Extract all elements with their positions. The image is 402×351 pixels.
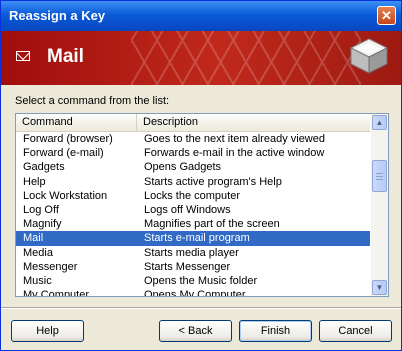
- list-item[interactable]: Mail Starts e-mail program: [16, 231, 370, 246]
- description-cell: Goes to the next item already viewed: [144, 133, 325, 145]
- list-item[interactable]: Help Starts active program's Help: [16, 175, 370, 189]
- vertical-scrollbar[interactable]: ▲ ▼: [371, 114, 388, 296]
- close-icon: ✕: [381, 8, 392, 23]
- command-cell: Log Off: [23, 203, 59, 216]
- reassign-key-dialog: Reassign a Key ✕ Mail Select a command f…: [0, 0, 402, 351]
- description-cell: Starts active program's Help: [144, 175, 282, 188]
- command-cell: Gadgets: [23, 161, 65, 174]
- list-item[interactable]: Messenger Starts Messenger: [16, 260, 370, 274]
- banner-title: Mail: [47, 46, 84, 67]
- description-cell: Opens Gadgets: [144, 161, 222, 174]
- description-cell: Forwards e-mail in the active window: [144, 147, 325, 160]
- command-list[interactable]: Command Description Forward (browser) Goe…: [15, 113, 389, 297]
- list-item[interactable]: Forward (e-mail) Forwards e-mail in the a…: [16, 146, 370, 160]
- list-item[interactable]: Forward (browser) Goes to the next item a…: [16, 132, 370, 146]
- description-cell: Starts e-mail program: [144, 232, 250, 245]
- arrow-down-icon: ▼: [375, 283, 384, 292]
- back-button[interactable]: < Back: [159, 320, 232, 342]
- envelope-icon: [16, 51, 30, 61]
- list-prompt: Select a command from the list:: [15, 95, 170, 107]
- scroll-up-button[interactable]: ▲: [372, 115, 387, 130]
- description-cell: Logs off Windows: [144, 203, 231, 216]
- window-title: Reassign a Key: [9, 8, 106, 23]
- list-item[interactable]: Magnify Magnifies part of the screen: [16, 217, 370, 231]
- command-cell: Media: [23, 246, 53, 259]
- description-cell: Starts Messenger: [144, 260, 231, 273]
- command-cell: Music: [23, 274, 52, 287]
- help-button[interactable]: Help: [11, 320, 84, 342]
- command-cell: Mail: [23, 232, 44, 245]
- scroll-thumb[interactable]: [372, 160, 387, 192]
- list-rows: Forward (browser) Goes to the next item a…: [16, 132, 370, 296]
- cancel-button[interactable]: Cancel: [319, 320, 392, 342]
- list-item[interactable]: My Computer Opens My Computer: [16, 288, 370, 296]
- banner-pattern: [131, 31, 361, 85]
- command-cell: Forward (e-mail): [23, 147, 104, 160]
- command-cell: Forward (browser): [23, 133, 113, 145]
- arrow-up-icon: ▲: [375, 118, 384, 127]
- list-item[interactable]: Log Off Logs off Windows: [16, 203, 370, 217]
- list-item[interactable]: Media Starts media player: [16, 246, 370, 260]
- description-cell: Magnifies part of the screen: [144, 218, 280, 231]
- scroll-down-button[interactable]: ▼: [372, 280, 387, 295]
- command-cell: Help: [23, 175, 46, 188]
- list-item[interactable]: Gadgets Opens Gadgets: [16, 160, 370, 174]
- description-cell: Opens the Music folder: [144, 274, 258, 287]
- command-cell: My Computer: [23, 289, 90, 296]
- command-cell: Lock Workstation: [23, 189, 108, 202]
- list-item[interactable]: Music Opens the Music folder: [16, 274, 370, 288]
- column-header-command[interactable]: Command: [16, 114, 137, 131]
- header-banner: Mail: [1, 31, 401, 85]
- description-cell: Opens My Computer: [144, 289, 246, 296]
- description-cell: Starts media player: [144, 246, 239, 259]
- list-item[interactable]: Lock Workstation Locks the computer: [16, 189, 370, 203]
- close-button[interactable]: ✕: [377, 6, 396, 25]
- column-header-description[interactable]: Description: [137, 114, 370, 131]
- finish-button[interactable]: Finish: [239, 320, 312, 342]
- command-cell: Messenger: [23, 260, 78, 273]
- footer-divider: [1, 307, 401, 309]
- title-bar[interactable]: Reassign a Key ✕: [1, 1, 401, 31]
- description-cell: Locks the computer: [144, 189, 240, 202]
- command-cell: Magnify: [23, 218, 62, 231]
- keyboard-key-icon: [349, 38, 389, 74]
- list-header: Command Description: [16, 114, 370, 132]
